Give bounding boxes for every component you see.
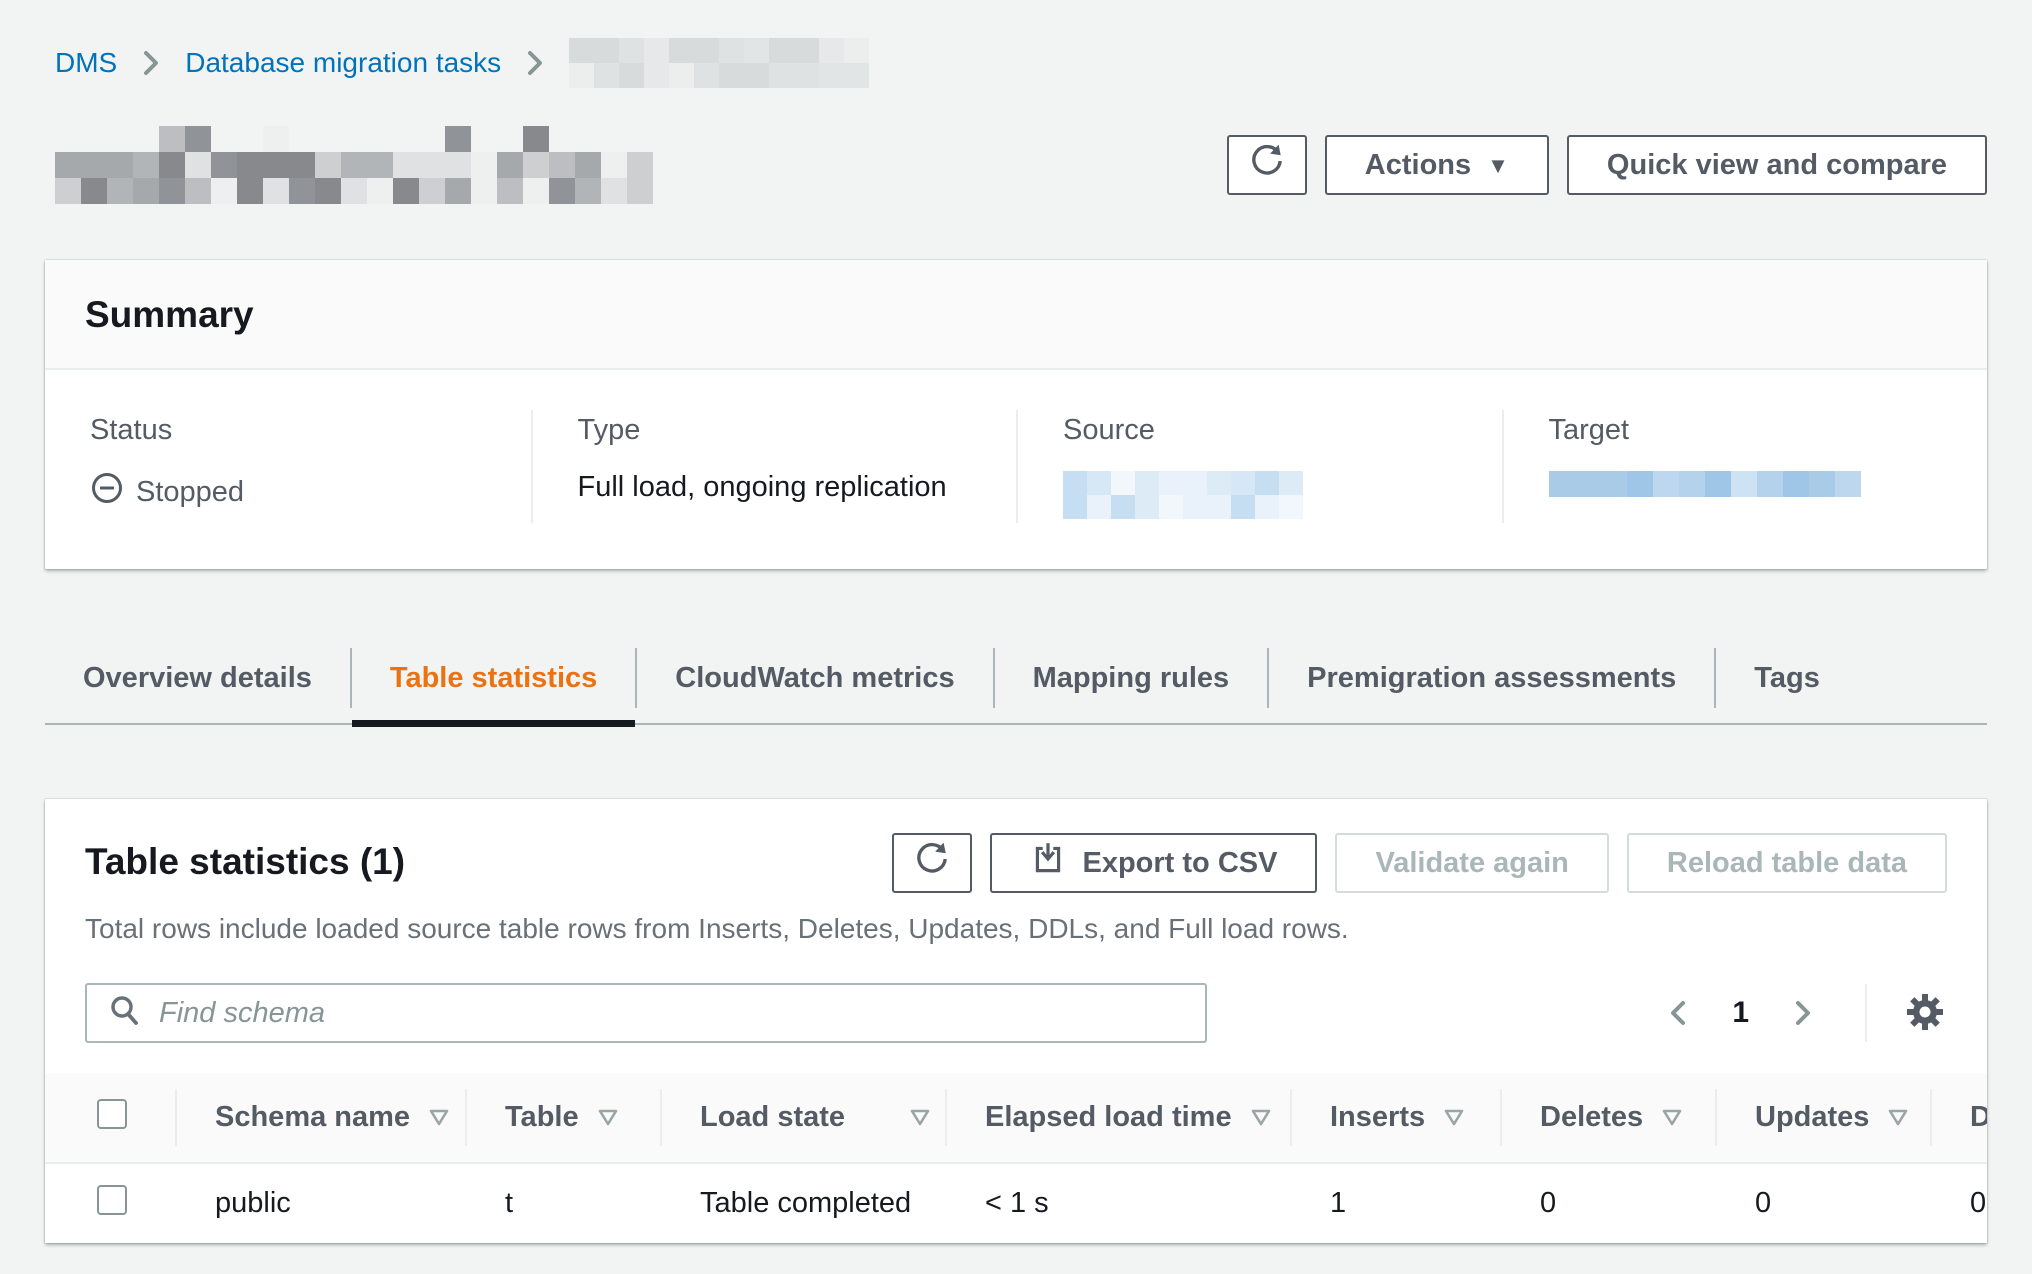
actions-button-label: Actions <box>1365 149 1471 182</box>
statistics-table: Schema name Table Load state Elapse <box>45 1073 1987 1243</box>
table-statistics-description: Total rows include loaded source table r… <box>45 893 1987 945</box>
cell-inserts: 1 <box>1290 1163 1500 1243</box>
toolbar-divider <box>1865 984 1867 1042</box>
sort-icon <box>1443 1108 1465 1128</box>
cell-ddls: 0 <box>1930 1163 1987 1243</box>
column-header-deletes[interactable]: Deletes <box>1500 1073 1715 1163</box>
pagination: 1 <box>1660 992 1821 1034</box>
column-header-inserts[interactable]: Inserts <box>1290 1073 1500 1163</box>
cell-updates: 0 <box>1715 1163 1930 1243</box>
refresh-icon <box>1248 142 1286 188</box>
summary-card-header: Summary <box>45 260 1987 370</box>
breadcrumb: DMS Database migration tasks <box>55 38 1987 88</box>
breadcrumb-link-tasks[interactable]: Database migration tasks <box>185 47 501 79</box>
quick-view-compare-button[interactable]: Quick view and compare <box>1567 135 1987 195</box>
row-checkbox[interactable] <box>97 1185 127 1215</box>
schema-search <box>85 983 1207 1043</box>
tab-premigration-assessments[interactable]: Premigration assessments <box>1269 633 1714 723</box>
column-header-elapsed-load-time[interactable]: Elapsed load time <box>945 1073 1290 1163</box>
table-header-row: Schema name Table Load state Elapse <box>45 1073 1987 1163</box>
chevron-right-icon <box>523 47 547 79</box>
target-value-redacted[interactable] <box>1549 471 1861 497</box>
sort-icon <box>1887 1108 1909 1128</box>
column-header-ddls[interactable]: DDLs <box>1930 1073 1987 1163</box>
download-icon <box>1030 841 1066 885</box>
table-statistics-card: Table statistics (1) <box>45 799 1987 1243</box>
search-input[interactable] <box>159 997 1185 1030</box>
sort-icon <box>1661 1108 1683 1128</box>
summary-field-target: Target <box>1502 410 1988 523</box>
caret-down-icon: ▼ <box>1487 153 1509 179</box>
summary-title: Summary <box>85 294 1947 336</box>
reload-table-data-button[interactable]: Reload table data <box>1627 833 1947 893</box>
table-toolbar: 1 <box>45 945 1987 1073</box>
actions-button[interactable]: Actions ▼ <box>1325 135 1549 195</box>
type-value: Full load, ongoing replication <box>578 471 987 504</box>
source-value-redacted[interactable] <box>1063 471 1303 519</box>
cell-table: t <box>465 1163 660 1243</box>
current-page[interactable]: 1 <box>1732 996 1749 1030</box>
breadcrumb-task-name-redacted <box>569 38 869 88</box>
column-header-schema-name[interactable]: Schema name <box>175 1073 465 1163</box>
gear-icon <box>1903 990 1947 1037</box>
cell-load-state: Table completed <box>660 1163 945 1243</box>
cell-schema-name: public <box>175 1163 465 1243</box>
next-page-button[interactable] <box>1785 992 1821 1034</box>
select-all-checkbox[interactable] <box>97 1099 127 1129</box>
search-icon <box>107 993 143 1034</box>
table-statistics-title: Table statistics (1) <box>85 833 405 883</box>
column-header-table[interactable]: Table <box>465 1073 660 1163</box>
tab-mapping-rules[interactable]: Mapping rules <box>995 633 1268 723</box>
sort-icon <box>1250 1108 1272 1128</box>
tab-tags[interactable]: Tags <box>1716 633 1858 723</box>
cell-deletes: 0 <box>1500 1163 1715 1243</box>
chevron-right-icon <box>139 47 163 79</box>
summary-field-type: Type Full load, ongoing replication <box>531 410 1017 523</box>
sort-icon <box>428 1108 450 1128</box>
previous-page-button[interactable] <box>1660 992 1696 1034</box>
validate-again-button[interactable]: Validate again <box>1335 833 1608 893</box>
source-label: Source <box>1063 414 1472 447</box>
task-detail-tabs: Overview details Table statistics CloudW… <box>45 633 1987 725</box>
breadcrumb-link-dms[interactable]: DMS <box>55 47 117 79</box>
page-title-redacted <box>55 126 653 204</box>
cell-elapsed-load-time: < 1 s <box>945 1163 1290 1243</box>
reload-button-label: Reload table data <box>1667 847 1907 880</box>
summary-field-status: Status Stopped <box>45 410 531 523</box>
target-label: Target <box>1549 414 1958 447</box>
column-header-load-state[interactable]: Load state <box>660 1073 945 1163</box>
refresh-icon <box>913 840 951 886</box>
tab-cloudwatch-metrics[interactable]: CloudWatch metrics <box>637 633 992 723</box>
summary-field-source: Source <box>1016 410 1502 523</box>
page-header: Actions ▼ Quick view and compare <box>45 126 1987 204</box>
sort-icon <box>597 1108 619 1128</box>
table-refresh-button[interactable] <box>892 833 972 893</box>
dms-task-page: DMS Database migration tasks Actions <box>0 0 2032 1243</box>
status-label: Status <box>90 414 501 447</box>
refresh-button[interactable] <box>1227 135 1307 195</box>
tab-table-statistics[interactable]: Table statistics <box>352 633 635 723</box>
sort-icon <box>909 1108 931 1128</box>
column-header-updates[interactable]: Updates <box>1715 1073 1930 1163</box>
export-to-csv-button[interactable]: Export to CSV <box>990 833 1317 893</box>
validate-button-label: Validate again <box>1375 847 1568 880</box>
preferences-button[interactable] <box>1903 990 1947 1037</box>
status-value: Stopped <box>136 476 244 509</box>
summary-card: Summary Status Stopped Type Full load, <box>45 260 1987 569</box>
tab-overview-details[interactable]: Overview details <box>45 633 350 723</box>
export-button-label: Export to CSV <box>1082 847 1277 880</box>
type-label: Type <box>578 414 987 447</box>
table-row[interactable]: public t Table completed < 1 s 1 0 0 0 <box>45 1163 1987 1243</box>
quick-view-button-label: Quick view and compare <box>1607 149 1947 182</box>
stopped-icon <box>90 471 124 513</box>
summary-body: Status Stopped Type Full load, ongoing r… <box>45 370 1987 569</box>
